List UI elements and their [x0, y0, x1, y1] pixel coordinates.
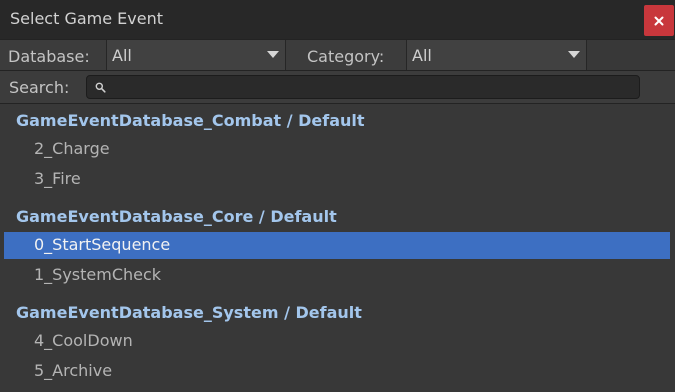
filter-row-spacer [587, 40, 675, 70]
group-header-combat: GameEventDatabase_Combat / Default [16, 111, 365, 130]
close-button[interactable] [644, 5, 674, 36]
database-label: Database: [8, 47, 90, 66]
list-item-label: 4_CoolDown [34, 331, 133, 350]
chevron-down-icon [267, 51, 279, 58]
category-dropdown-value: All [412, 46, 432, 65]
search-row: Search: [0, 71, 675, 104]
list-item-4-cooldown[interactable]: 4_CoolDown [4, 328, 670, 355]
list-item-0-startsequence[interactable]: 0_StartSequence [4, 232, 670, 259]
group-header-core: GameEventDatabase_Core / Default [16, 207, 337, 226]
list-item-2-charge[interactable]: 2_Charge [4, 136, 670, 163]
search-input[interactable] [86, 75, 640, 99]
list-item-label: 5_Archive [34, 361, 113, 380]
category-dropdown[interactable]: All [406, 40, 587, 70]
close-icon [654, 16, 664, 25]
search-icon [95, 82, 106, 93]
list-item-label: 3_Fire [34, 169, 81, 188]
list-item-3-fire[interactable]: 3_Fire [4, 166, 670, 193]
list-item-label: 2_Charge [34, 139, 110, 158]
group-header-system: GameEventDatabase_System / Default [16, 303, 362, 322]
select-game-event-window: Select Game Event Database: All Category… [0, 0, 675, 392]
database-dropdown[interactable]: All [106, 40, 286, 70]
window-title: Select Game Event [10, 9, 163, 28]
category-label: Category: [307, 47, 385, 66]
list-item-1-systemcheck[interactable]: 1_SystemCheck [4, 262, 670, 289]
filter-row: Database: All Category: All [0, 39, 675, 71]
event-list: GameEventDatabase_Combat / Default 2_Cha… [0, 104, 675, 392]
list-item-label: 1_SystemCheck [34, 265, 162, 284]
list-item-5-archive[interactable]: 5_Archive [4, 358, 670, 385]
search-label: Search: [9, 78, 70, 97]
chevron-down-icon [568, 51, 580, 58]
title-bar: Select Game Event [0, 0, 675, 39]
database-dropdown-value: All [112, 46, 132, 65]
list-item-label: 0_StartSequence [34, 235, 171, 254]
